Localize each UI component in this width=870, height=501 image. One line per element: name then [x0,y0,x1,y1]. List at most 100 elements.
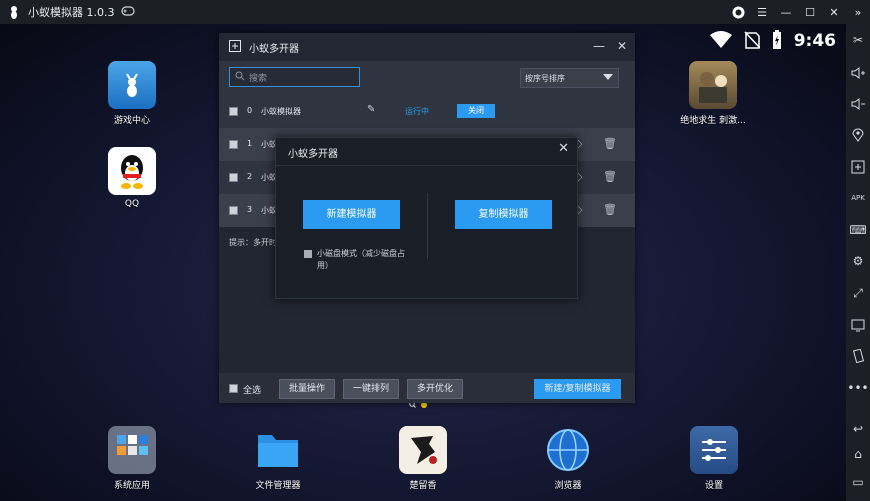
app-label: 文件管理器 [255,481,301,491]
chuliuxiang-game-icon [399,426,447,474]
close-icon[interactable]: ✕ [617,39,627,53]
qq-penguin-icon [108,147,156,195]
ant-logo-icon [6,4,22,20]
app-label: QQ [124,199,140,209]
row-checkbox[interactable] [229,140,238,149]
toolbar: 搜索 按序号排序 [219,61,635,95]
window-title: 小蚁多开器 [249,43,299,55]
row-index: 1 [247,139,253,148]
create-emulator-dialog: 小蚁多开器 ✕ 新建模拟器 复制模拟器 小磁盘模式（减少磁盘占用） [275,137,578,299]
close-instance-button[interactable]: 关闭 [457,104,495,118]
instance-row[interactable]: 0 小蚁模拟器 ✎ 运行中 关闭 [219,95,635,128]
scissors-icon[interactable]: ✂ [848,30,868,50]
settings-sliders-icon [690,426,738,474]
app-settings[interactable]: 设置 [674,426,754,491]
row-status: 运行中 [405,107,429,116]
title-bar: 小蚁模拟器 1.0.3 ☰ — ☐ ✕ » [0,0,870,24]
wifi-icon [709,30,732,52]
row-index: 3 [247,205,253,214]
select-all-checkbox[interactable] [229,384,238,393]
sort-select[interactable]: 按序号排序 [520,68,619,88]
app-file-manager[interactable]: 文件管理器 [238,426,318,491]
dialog-title: 小蚁多开器 [288,149,338,160]
more-icon[interactable]: ••• [847,378,868,398]
no-sim-icon [744,30,761,52]
app-browser[interactable]: 浏览器 [528,426,608,491]
row-name: 小蚁模拟器 [261,107,301,116]
trash-icon[interactable]: 🗑 [603,203,617,216]
fullscreen-icon[interactable]: ⤢ [848,283,868,303]
gamepad-icon[interactable] [120,5,135,19]
search-input[interactable]: 搜索 [229,67,360,87]
search-placeholder: 搜索 [249,73,268,84]
copy-emulator-button[interactable]: 复制模拟器 [455,200,552,229]
app-title: 小蚁模拟器 1.0.3 [28,6,115,19]
app-pubg[interactable]: 绝地求生 刺激... [673,61,753,126]
row-checkbox[interactable] [229,173,238,182]
app-label: 游戏中心 [113,116,150,126]
new-emulator-button[interactable]: 新建模拟器 [303,200,400,229]
arrange-button[interactable]: 一键排列 [343,379,399,399]
app-label: 浏览器 [554,481,582,491]
row-checkbox[interactable] [229,206,238,215]
location-icon[interactable] [848,125,868,145]
apk-install-icon[interactable]: APK [848,188,868,208]
edit-icon[interactable]: ✎ [367,104,375,115]
trash-icon[interactable]: 🗑 [603,137,617,150]
app-game-center[interactable]: 游戏中心 [92,61,172,126]
trash-icon[interactable]: 🗑 [603,170,617,183]
new-copy-emulator-button[interactable]: 新建/复制模拟器 [534,379,621,399]
minimize-icon[interactable]: — [593,39,605,53]
tip-text: 提示：多开时 [229,238,277,247]
back-icon[interactable]: ↩ [848,419,868,439]
window-header: 小蚁多开器 [219,33,635,61]
app-label: 楚留香 [409,481,437,491]
menu-icon[interactable]: ☰ [750,0,774,24]
volume-up-icon[interactable] [848,63,868,83]
chevron-down-icon [603,74,613,80]
close-icon[interactable]: ✕ [558,141,569,156]
app-system-apps[interactable]: 系统应用 [92,426,172,491]
small-disk-label: 小磁盘模式（减少磁盘占用） [317,249,405,270]
status-bar: 9:46 [709,24,846,58]
battery-charging-icon [772,29,782,53]
app-label: 设置 [704,481,723,491]
batch-operation-button[interactable]: 批量操作 [279,379,335,399]
globe-icon [544,426,592,474]
divider [427,193,428,259]
recent-apps-icon[interactable]: ▭ [848,472,868,492]
screen-share-icon[interactable] [848,315,868,335]
maximize-icon[interactable]: ☐ [798,0,822,24]
app-chuliuxiang[interactable]: 楚留香 [383,426,463,491]
folder-grid-icon [108,426,156,474]
clock: 9:46 [793,31,836,51]
sort-label: 按序号排序 [525,73,565,83]
right-toolbar: ✂ APK ⌨ ⚙ ⤢ ••• ↩ ⌂ ▭ [846,24,870,501]
multi-open-icon [229,39,241,55]
collapse-sidebar-icon[interactable]: » [846,0,870,24]
folder-icon [254,426,302,474]
optimize-button[interactable]: 多开优化 [407,379,463,399]
multi-open-icon[interactable] [848,157,868,177]
footer-toolbar: 全选 批量操作 一键排列 多开优化 新建/复制模拟器 [219,373,635,403]
shake-icon[interactable] [848,346,868,366]
row-checkbox[interactable] [229,107,238,116]
settings-gear-icon[interactable]: ⚙ [848,251,868,271]
row-index: 2 [247,172,253,181]
close-icon[interactable]: ✕ [822,0,846,24]
theme-icon[interactable] [726,0,750,24]
small-disk-checkbox[interactable] [304,250,312,258]
select-all-label: 全选 [243,386,262,396]
divider [276,165,577,166]
row-index: 0 [247,106,253,115]
search-icon [235,71,245,84]
keyboard-icon[interactable]: ⌨ [848,220,868,240]
pubg-game-icon [689,61,737,109]
volume-down-icon[interactable] [848,94,868,114]
app-label: 系统应用 [113,481,150,491]
minimize-icon[interactable]: — [774,0,798,24]
app-label: 绝地求生 刺激... [680,116,746,126]
home-icon[interactable]: ⌂ [848,444,868,464]
ant-app-icon [108,61,156,109]
app-qq[interactable]: QQ [92,147,172,209]
